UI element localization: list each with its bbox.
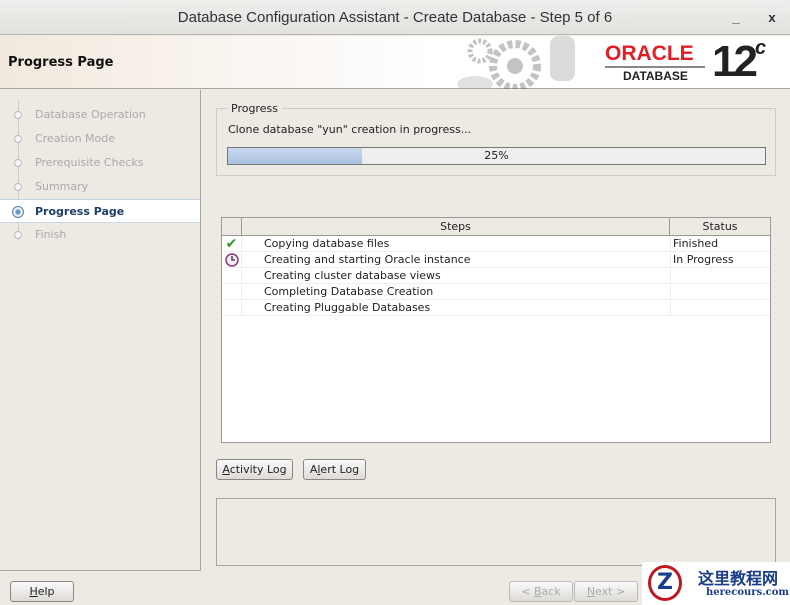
step-label: Database Operation (35, 108, 146, 121)
minimize-button[interactable]: _ (726, 0, 746, 35)
progress-percent: 25% (484, 149, 509, 162)
clock-icon (222, 252, 242, 268)
table-row: Creating and starting Oracle instance In … (222, 252, 770, 268)
step-dot-icon (14, 183, 22, 191)
alert-log-button[interactable]: Alert Log (303, 459, 366, 480)
step-finish: Finish (0, 223, 200, 247)
empty-icon-cell (222, 268, 242, 284)
watermark-logo: Z 这里教程网 herecours.com (642, 562, 790, 605)
progress-bar: 25% (227, 147, 766, 165)
step-current-icon (12, 206, 24, 218)
step-prerequisite-checks: Prerequisite Checks (0, 151, 200, 175)
step-dot-icon (14, 231, 22, 239)
step-dot-icon (14, 111, 22, 119)
empty-icon-cell (222, 284, 242, 300)
step-status: In Progress (670, 252, 770, 268)
logo-divider (605, 66, 705, 68)
step-status (670, 284, 770, 300)
progress-status-text: Clone database "yun" creation in progres… (228, 123, 472, 136)
step-status (670, 300, 770, 316)
step-creation-mode: Creation Mode (0, 127, 200, 151)
step-name: Copying database files (264, 237, 390, 250)
message-area (216, 498, 776, 566)
version-number: 12 (712, 37, 758, 86)
step-label: Prerequisite Checks (35, 156, 144, 169)
step-database-operation: Database Operation (0, 103, 200, 127)
mnemonic: H (29, 585, 38, 598)
page-title: Progress Page (8, 55, 114, 70)
window-title: Database Configuration Assistant - Creat… (177, 9, 613, 26)
step-name: Creating Pluggable Databases (264, 301, 431, 314)
table-row: Completing Database Creation (222, 284, 770, 300)
step-sidebar: Database Operation Creation Mode Prerequ… (0, 90, 201, 571)
help-button[interactable]: Help (10, 581, 74, 602)
check-icon: ✔ (222, 236, 242, 252)
button-label: ctivity Log (229, 463, 287, 476)
activity-log-button[interactable]: Activity Log (216, 459, 293, 480)
oracle-logo-database: DATABASE (623, 69, 688, 83)
button-label: < (521, 585, 534, 598)
mnemonic: A (222, 463, 230, 476)
step-status: Finished (670, 236, 770, 252)
step-name: Creating and starting Oracle instance (264, 253, 471, 266)
button-label: elp (37, 585, 55, 598)
watermark-cn: 这里教程网 (698, 569, 779, 588)
step-progress-page: Progress Page (0, 199, 200, 223)
steps-column-header[interactable]: Steps (242, 218, 670, 236)
table-row: Creating cluster database views (222, 268, 770, 284)
step-name: Completing Database Creation (264, 285, 434, 298)
step-label: Finish (35, 228, 67, 241)
table-row: ✔ Copying database files Finished (222, 236, 770, 252)
step-dot-icon (14, 135, 22, 143)
mnemonic: B (534, 585, 542, 598)
version-logo: 12c (712, 37, 766, 86)
close-button[interactable]: x (762, 0, 782, 35)
steps-table: Steps Status ✔ Copying database files Fini… (221, 217, 771, 443)
watermark-en: herecours.com (706, 587, 790, 598)
mnemonic: N (586, 585, 596, 598)
back-button[interactable]: < Back (509, 581, 573, 602)
button-label: ert Log (320, 463, 360, 476)
progress-legend: Progress (231, 102, 278, 115)
gears-decoration-icon (457, 36, 575, 89)
watermark-z-icon: Z (648, 565, 682, 601)
step-name: Creating cluster database views (264, 269, 441, 282)
oracle-logo: ORACLE (605, 42, 694, 65)
step-label: Creation Mode (35, 132, 116, 145)
step-label: Summary (35, 180, 89, 193)
status-column-header[interactable]: Status (670, 218, 770, 236)
step-status (670, 268, 770, 284)
icon-column-header (222, 218, 242, 236)
empty-icon-cell (222, 300, 242, 316)
step-dot-icon (14, 159, 22, 167)
step-summary: Summary (0, 175, 200, 199)
button-label: ext > (595, 585, 626, 598)
version-suffix: c (754, 37, 766, 59)
next-button[interactable]: Next > (574, 581, 638, 602)
table-row: Creating Pluggable Databases (222, 300, 770, 316)
header-banner: Progress Page ORACLE DATABASE 12c (0, 36, 790, 89)
title-bar: Database Configuration Assistant - Creat… (0, 0, 790, 35)
step-label: Progress Page (35, 205, 125, 218)
button-label: ack (541, 585, 561, 598)
